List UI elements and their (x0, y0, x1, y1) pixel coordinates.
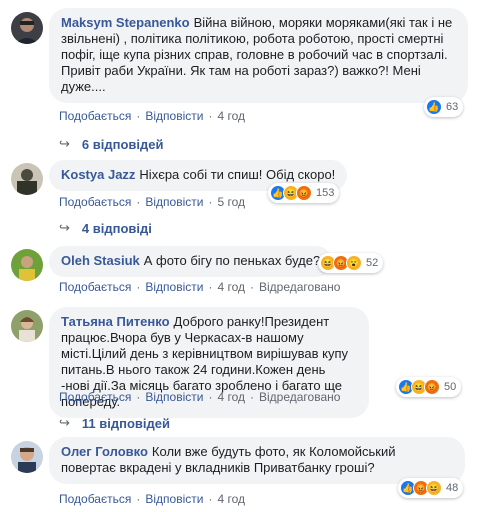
comment-actions: Подобається · Відповісти · 5 год (59, 195, 245, 209)
reaction-count: 52 (366, 257, 379, 269)
separator: · (208, 492, 213, 506)
separator: · (250, 280, 254, 294)
comment-author[interactable]: Татьяна Питенко (61, 314, 170, 329)
haha-reaction-icon: 😆 (426, 480, 442, 496)
avatar[interactable] (11, 310, 43, 342)
separator: · (136, 390, 141, 404)
comment-text: Ніхєра собі ти спиш! Обід скоро! (139, 167, 336, 182)
comment-actions: Подобається · Відповісти · 4 год (59, 492, 245, 506)
angry-reaction-icon: 😡 (424, 379, 440, 395)
avatar[interactable] (11, 441, 43, 473)
edited-label[interactable]: Відредаговано (259, 390, 340, 404)
comment-actions: Подобається · Відповісти · 4 год · Відре… (59, 390, 340, 404)
reaction-count: 50 (444, 381, 457, 393)
separator: · (136, 195, 141, 209)
separator: · (208, 109, 213, 123)
avatar[interactable] (11, 163, 43, 195)
reactions-summary[interactable]: 👍 😆 😡 153 (268, 183, 340, 203)
replies-count[interactable]: 4 відповіді (82, 221, 152, 236)
separator: · (208, 390, 213, 404)
timestamp[interactable]: 4 год (217, 280, 245, 294)
comment-actions: Подобається · Відповісти · 4 год (59, 109, 245, 123)
reply-arrow-icon: ↪ (59, 415, 70, 430)
reply-link[interactable]: Відповісти (145, 390, 203, 404)
comment-author[interactable]: Kostya Jazz (61, 167, 135, 182)
like-link[interactable]: Подобається (59, 195, 131, 209)
timestamp[interactable]: 4 год (217, 109, 245, 123)
separator: · (136, 492, 141, 506)
reactions-summary[interactable]: 😆 😡 😮 52 (318, 253, 384, 273)
timestamp[interactable]: 4 год (217, 492, 245, 506)
like-link[interactable]: Подобається (59, 109, 131, 123)
replies-count[interactable]: 11 відповідей (82, 416, 170, 431)
wow-reaction-icon: 😮 (346, 255, 362, 271)
reactions-summary[interactable]: 👍 😡 😆 48 (398, 478, 464, 498)
like-link[interactable]: Подобається (59, 280, 131, 294)
comment-author[interactable]: Олег Головко (61, 444, 148, 459)
comment-text: А фото бігу по пеньках буде? (143, 253, 321, 268)
replies-count[interactable]: 6 відповідей (82, 137, 164, 152)
reply-link[interactable]: Відповісти (145, 280, 203, 294)
reaction-count: 63 (446, 101, 459, 113)
reaction-count: 153 (316, 187, 335, 199)
comment-bubble: Олег Головко Коли вже будуть фото, як Кол… (49, 437, 465, 484)
view-replies-link[interactable]: ↪ 6 відповідей (59, 136, 163, 152)
reply-link[interactable]: Відповісти (145, 195, 203, 209)
reply-link[interactable]: Відповісти (145, 109, 203, 123)
reply-arrow-icon: ↪ (59, 136, 70, 151)
separator: · (250, 390, 254, 404)
separator: · (136, 280, 141, 294)
comment-bubble: Maksym Stepanenko Війна війною, моряки мо… (49, 8, 468, 103)
edited-label[interactable]: Відредаговано (259, 280, 340, 294)
reactions-summary[interactable]: 👍 😆 😡 50 (396, 377, 462, 397)
reply-arrow-icon: ↪ (59, 220, 70, 235)
comment-author[interactable]: Oleh Stasiuk (61, 253, 140, 268)
avatar[interactable] (11, 12, 43, 44)
comment-actions: Подобається · Відповісти · 4 год · Відре… (59, 280, 340, 294)
like-link[interactable]: Подобається (59, 390, 131, 404)
timestamp[interactable]: 5 год (217, 195, 245, 209)
separator: · (208, 280, 213, 294)
comment-author[interactable]: Maksym Stepanenko (61, 15, 190, 30)
view-replies-link[interactable]: ↪ 4 відповіді (59, 220, 152, 236)
angry-reaction-icon: 😡 (296, 185, 312, 201)
view-replies-link[interactable]: ↪ 11 відповідей (59, 415, 170, 431)
avatar[interactable] (11, 249, 43, 281)
separator: · (136, 109, 141, 123)
reactions-summary[interactable]: 👍 63 (424, 97, 464, 117)
like-link[interactable]: Подобається (59, 492, 131, 506)
timestamp[interactable]: 4 год (217, 390, 245, 404)
reply-link[interactable]: Відповісти (145, 492, 203, 506)
reaction-count: 48 (446, 482, 459, 494)
like-reaction-icon: 👍 (426, 99, 442, 115)
comment-bubble: Oleh Stasiuk А фото бігу по пеньках буде? (49, 246, 333, 277)
separator: · (208, 195, 213, 209)
